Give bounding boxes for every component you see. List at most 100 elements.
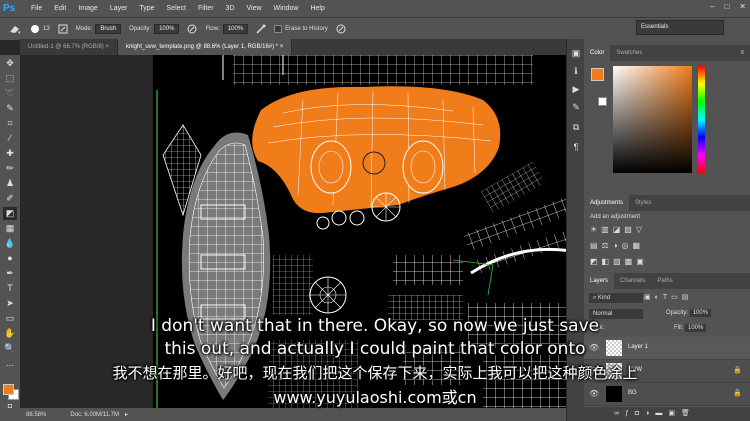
pressure-size-button[interactable] — [336, 24, 346, 34]
new-layer-icon[interactable]: ▣ — [668, 410, 681, 417]
checkbox-icon — [274, 25, 283, 33]
menu-image[interactable]: Image — [72, 5, 103, 12]
minimize-button[interactable]: – — [710, 2, 714, 11]
healing-brush-tool-icon[interactable]: ✚ — [3, 147, 17, 160]
tab-adjustments[interactable]: Adjustments — [584, 195, 630, 211]
marquee-tool-icon[interactable]: ⬚ — [3, 72, 17, 85]
erase-history-option[interactable]: Erase to History — [274, 25, 328, 33]
move-tool-icon[interactable]: ✥ — [3, 57, 17, 70]
subtitle-english-line-2: this out, and actually I could paint tha… — [164, 339, 586, 359]
path-select-tool-icon[interactable]: ➤ — [3, 297, 17, 310]
brush-size: 13 — [43, 26, 50, 32]
maximize-button[interactable]: □ — [724, 2, 729, 11]
dodge-tool-icon[interactable]: ● — [3, 252, 17, 265]
brush-preset-picker[interactable]: 13 — [30, 24, 50, 34]
menu-window[interactable]: Window — [268, 5, 305, 12]
menu-file[interactable]: File — [25, 5, 48, 12]
svg-text:▾: ▾ — [18, 30, 21, 35]
opacity-control: Opacity: 100% — [129, 24, 180, 34]
photoshop-logo: Ps — [3, 2, 16, 14]
panel-menu-icon[interactable]: ≡ — [740, 50, 744, 56]
layers-panel-header: Layers Channels Paths — [584, 273, 750, 289]
color-field[interactable] — [613, 66, 692, 173]
tab-channels[interactable]: Channels — [614, 273, 651, 289]
pressure-opacity-button[interactable] — [187, 24, 197, 34]
history-brush-tool-icon[interactable]: ✐ — [3, 192, 17, 205]
mode-control: Mode: Brush — [75, 24, 122, 34]
menu-layer[interactable]: Layer — [104, 5, 134, 12]
brush-panel-icon — [58, 24, 68, 34]
adjustment-icons-row-2[interactable]: ▤⚖◑◎▦ — [590, 241, 644, 250]
eraser-tool-icon[interactable]: ◩ — [3, 207, 17, 220]
lasso-tool-icon[interactable]: ➰ — [3, 87, 17, 100]
status-menu-arrow-icon[interactable]: ▸ — [125, 411, 128, 418]
layer-filter-icons[interactable]: ▣◐T▭▤ — [644, 293, 692, 301]
crop-tool-icon[interactable]: ⌗ — [3, 117, 17, 130]
opacity-input[interactable]: 100% — [154, 24, 180, 34]
add-adjustment-label: Add an adjustment — [590, 214, 641, 220]
flow-input[interactable]: 100% — [222, 24, 249, 34]
brush-tip-icon — [31, 25, 39, 33]
link-layers-icon[interactable]: ∞ — [614, 410, 625, 417]
eyedropper-tool-icon[interactable]: ⁄ — [3, 132, 17, 145]
tab-untitled-1[interactable]: Untitled-1 @ 66.7% (RGB/8) × — [20, 39, 118, 55]
layer-mask-icon[interactable]: ◘ — [635, 410, 645, 417]
new-group-icon[interactable]: ▬ — [655, 410, 668, 417]
layer-style-icon[interactable]: ƒ — [625, 410, 635, 417]
airbrush-button[interactable] — [256, 24, 266, 34]
hue-slider[interactable] — [698, 66, 705, 173]
gradient-tool-icon[interactable]: ▦ — [3, 222, 17, 235]
window-controls: – □ ✕ — [710, 2, 746, 11]
adjustment-icons-row-1[interactable]: ☀▥◪▨▽ — [590, 225, 646, 234]
mode-select[interactable]: Brush — [95, 24, 122, 34]
properties-panel-icon[interactable]: ℹ — [570, 65, 582, 77]
close-button[interactable]: ✕ — [739, 2, 746, 11]
type-tool-icon[interactable]: T — [3, 282, 17, 295]
tab-knight-uvw[interactable]: knight_uvw_template.png @ 88.6% (Layer 1… — [117, 39, 293, 55]
menu-edit[interactable]: Edit — [48, 5, 72, 12]
brush-panel-icon[interactable]: ✎ — [570, 101, 582, 113]
adjustment-layer-icon[interactable]: ◑ — [645, 410, 655, 417]
mode-label: Mode: — [75, 26, 93, 32]
quick-select-tool-icon[interactable]: ✎ — [3, 102, 17, 115]
layer-filter-select[interactable]: ⌕ Kind — [589, 293, 643, 303]
menu-select[interactable]: Select — [161, 5, 192, 12]
color-panel-background-swatch[interactable] — [598, 97, 607, 106]
erase-history-label: Erase to History — [285, 26, 328, 32]
adjustment-icons-row-3[interactable]: ◩◧▧▩▣ — [590, 257, 648, 266]
pressure-size-icon — [336, 24, 346, 34]
history-panel-icon[interactable]: ▣ — [570, 47, 582, 59]
menu-view[interactable]: View — [241, 5, 268, 12]
tab-swatches[interactable]: Swatches — [610, 45, 648, 61]
zoom-level[interactable]: 88.58% — [26, 412, 46, 418]
brush-panel-toggle[interactable] — [58, 24, 68, 34]
menu-help[interactable]: Help — [304, 5, 330, 12]
layer-filter-kind: Kind — [598, 295, 611, 301]
pressure-icon — [187, 24, 197, 34]
color-panel-header: Color Swatches ≡ — [584, 45, 750, 61]
blur-tool-icon[interactable]: 💧 — [3, 237, 17, 250]
clone-stamp-tool-icon[interactable]: ♟ — [3, 177, 17, 190]
document-tabs: Untitled-1 @ 66.7% (RGB/8) × knight_uvw_… — [20, 39, 566, 55]
menu-type[interactable]: Type — [133, 5, 160, 12]
clone-source-panel-icon[interactable]: ⧉ — [570, 121, 582, 133]
workspace-switcher[interactable]: Essentials — [636, 20, 724, 35]
subtitle-chinese-line: 我不想在那里。好吧，现在我们把这个保存下来，实际上我可以把这种颜色涂上 — [112, 364, 638, 382]
pen-tool-icon[interactable]: ✒ — [3, 267, 17, 280]
tab-color[interactable]: Color — [584, 45, 611, 61]
flow-control: Flow: 100% — [205, 24, 249, 34]
opacity-label: Opacity: — [129, 26, 152, 32]
brush-tool-icon[interactable]: ✏ — [3, 162, 17, 175]
tab-layers[interactable]: Layers — [584, 273, 615, 289]
tab-styles[interactable]: Styles — [629, 195, 657, 211]
subtitle-url-line: www.yuyulaoshi.com或cn — [273, 388, 477, 407]
actions-panel-icon[interactable]: ▶ — [570, 83, 582, 95]
tab-paths[interactable]: Paths — [651, 273, 678, 289]
color-panel-foreground-swatch[interactable] — [591, 68, 604, 81]
delete-layer-icon[interactable]: 🗑 — [681, 410, 696, 417]
eraser-tool-preset[interactable]: ▾ — [8, 23, 22, 35]
menu-filter[interactable]: Filter — [192, 5, 220, 12]
status-bar: 88.58% Doc: 6.00M/11.7M ▸ — [0, 408, 566, 421]
menu-3d[interactable]: 3D — [220, 5, 241, 12]
paragraph-panel-icon[interactable]: ¶ — [570, 141, 582, 153]
